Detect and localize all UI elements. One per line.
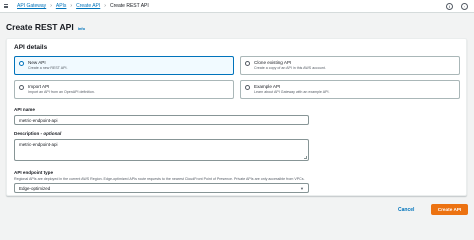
cancel-button[interactable]: Cancel xyxy=(398,207,414,213)
description-value: metric-endpoint-api xyxy=(19,142,58,147)
breadcrumb: API Gateway › APIs › Create API › Create… xyxy=(17,3,149,9)
create-api-button[interactable]: Create API xyxy=(431,204,468,215)
resize-handle-icon[interactable] xyxy=(304,156,307,159)
endpoint-type-helper: Regional APIs are deployed in the curren… xyxy=(14,177,305,181)
radio-import-api[interactable] xyxy=(19,85,24,90)
caret-down-icon: ▼ xyxy=(300,186,304,191)
chevron-right-icon: › xyxy=(50,3,52,9)
description-textarea[interactable]: metric-endpoint-api xyxy=(14,139,309,161)
option-description: Create a copy of an API in this AWS acco… xyxy=(254,66,326,70)
menu-icon[interactable] xyxy=(4,4,8,8)
radio-example-api[interactable] xyxy=(245,85,250,90)
endpoint-type-value: Edge-optimized xyxy=(19,186,51,191)
chevron-right-icon: › xyxy=(104,3,106,9)
option-label: Example API xyxy=(254,84,281,89)
top-navigation: API Gateway › APIs › Create API › Create… xyxy=(0,0,474,13)
info-icon[interactable]: i xyxy=(446,3,453,10)
api-name-label: API name xyxy=(14,107,35,112)
page-title-text: Create REST API xyxy=(6,22,74,32)
description-label: Description - optional xyxy=(14,131,61,136)
radio-clone-api[interactable] xyxy=(245,61,250,66)
endpoint-type-label: API endpoint type xyxy=(14,170,54,175)
chevron-right-icon: › xyxy=(70,3,73,9)
api-name-input[interactable]: metric-endpoint-api xyxy=(14,115,309,125)
optional-label: - optional xyxy=(39,131,62,136)
option-import-api[interactable]: Import API Import an API from an OpenAPI… xyxy=(14,80,234,99)
option-description: Create a new REST API. xyxy=(28,66,68,70)
option-clone-api[interactable]: Clone existing API Create a copy of an A… xyxy=(240,56,460,75)
option-label: Import API xyxy=(28,84,50,89)
breadcrumb-current: Create REST API xyxy=(109,3,149,9)
page-title: Create REST API Info xyxy=(6,22,85,32)
breadcrumb-apis[interactable]: APIs xyxy=(56,3,67,9)
notifications-icon[interactable]: · xyxy=(461,3,468,10)
breadcrumb-api-gateway[interactable]: API Gateway xyxy=(17,3,46,9)
radio-new-api[interactable] xyxy=(19,61,24,66)
option-description: Import an API from an OpenAPI definition… xyxy=(28,90,95,94)
api-details-panel: API details New API Create a new REST AP… xyxy=(6,38,467,196)
breadcrumb-create-api[interactable]: Create API xyxy=(76,3,100,9)
option-example-api[interactable]: Example API Learn about API Gateway with… xyxy=(240,80,460,99)
option-label: New API xyxy=(28,60,46,65)
section-title: API details xyxy=(14,44,48,51)
option-label: Clone existing API xyxy=(254,60,292,65)
endpoint-type-select[interactable]: Edge-optimized ▼ xyxy=(14,183,309,193)
description-label-text: Description xyxy=(14,131,40,136)
option-new-api[interactable]: New API Create a new REST API. xyxy=(14,56,234,75)
info-link[interactable]: Info xyxy=(78,26,85,31)
option-description: Learn about API Gateway with an example … xyxy=(254,90,330,94)
